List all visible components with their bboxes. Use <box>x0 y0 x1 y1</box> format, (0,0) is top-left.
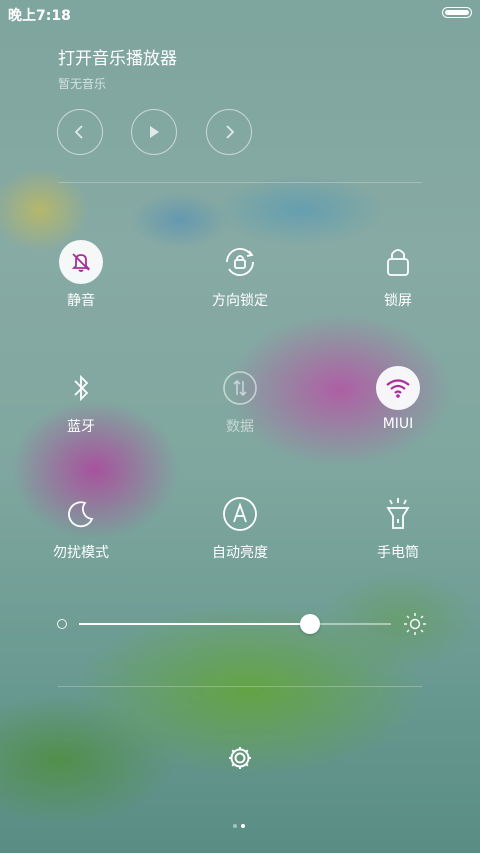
battery-icon <box>442 7 472 18</box>
gear-icon <box>229 747 251 769</box>
next-button[interactable] <box>206 109 252 155</box>
brightness-slider[interactable] <box>57 612 427 636</box>
divider <box>58 182 422 183</box>
rotation-lock-icon <box>218 240 262 284</box>
toggle-flashlight[interactable]: 手电筒 <box>338 492 458 562</box>
previous-button[interactable] <box>57 109 103 155</box>
brightness-fill <box>79 623 310 625</box>
toggle-label: MIUI <box>382 416 414 432</box>
toggle-label: 自动亮度 <box>212 545 268 561</box>
brightness-thumb[interactable] <box>299 614 320 634</box>
toggle-label: 数据 <box>226 419 254 435</box>
media-controls <box>0 109 480 159</box>
bell-slash-icon <box>59 240 103 284</box>
brightness-low-icon <box>57 619 67 629</box>
toggle-label: 蓝牙 <box>67 419 95 435</box>
divider <box>58 686 422 687</box>
toggle-rotation-lock[interactable]: 方向锁定 <box>180 240 300 310</box>
data-arrows-icon <box>218 366 262 410</box>
flashlight-icon <box>376 492 420 536</box>
status-time: 晚上7:18 <box>8 8 71 24</box>
toggle-label: 方向锁定 <box>212 293 268 309</box>
page-indicator <box>231 813 247 828</box>
toggle-lock-screen[interactable]: 锁屏 <box>338 240 458 310</box>
chevron-right-icon <box>226 125 235 139</box>
settings-button[interactable] <box>226 744 254 776</box>
bluetooth-icon <box>59 366 103 410</box>
music-widget[interactable]: 打开音乐播放器 暂无音乐 <box>58 44 177 92</box>
page-dot <box>233 824 237 828</box>
toggle-wifi[interactable]: MIUI <box>338 366 458 432</box>
toggle-label: 锁屏 <box>384 293 412 309</box>
auto-brightness-icon <box>218 492 262 536</box>
sun-icon <box>404 613 426 635</box>
toggle-auto-brightness[interactable]: 自动亮度 <box>180 492 300 562</box>
chevron-left-icon <box>74 125 83 139</box>
play-icon <box>150 126 159 138</box>
moon-icon <box>59 492 103 536</box>
status-bar: 晚上7:18 <box>0 0 480 28</box>
toggle-do-not-disturb[interactable]: 勿扰模式 <box>21 492 141 562</box>
toggle-label: 静音 <box>67 293 95 309</box>
toggle-label: 勿扰模式 <box>53 545 109 561</box>
toggle-label: 手电筒 <box>377 545 419 561</box>
toggle-bluetooth[interactable]: 蓝牙 <box>21 366 141 436</box>
wifi-icon <box>376 366 420 410</box>
brightness-track[interactable] <box>79 614 391 634</box>
music-title[interactable]: 打开音乐播放器 <box>58 44 177 69</box>
page-dot-active <box>241 824 245 828</box>
lock-icon <box>376 240 420 284</box>
toggle-mobile-data[interactable]: 数据 <box>180 366 300 436</box>
play-button[interactable] <box>131 109 177 155</box>
toggle-mute[interactable]: 静音 <box>21 240 141 310</box>
music-subtitle: 暂无音乐 <box>58 77 107 91</box>
